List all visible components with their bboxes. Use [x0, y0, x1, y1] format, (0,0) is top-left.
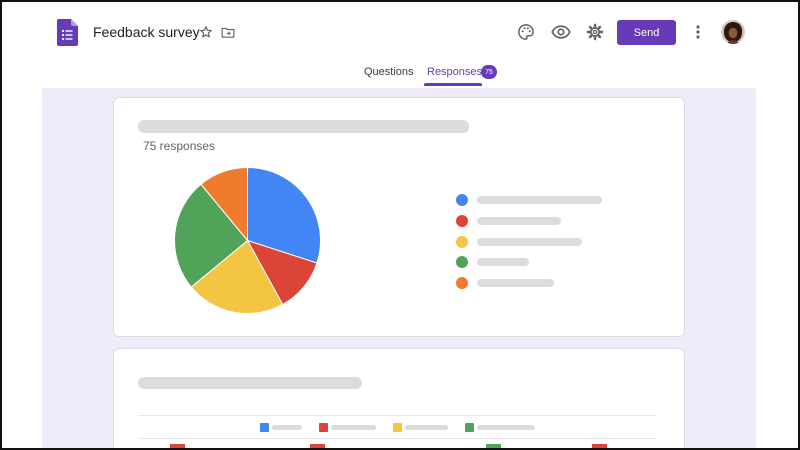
bar: [486, 444, 501, 450]
active-tab-indicator: [424, 83, 482, 86]
legend-label-placeholder: [477, 217, 561, 225]
legend-label-placeholder: [405, 425, 448, 430]
tab-questions[interactable]: Questions: [364, 66, 414, 78]
palette-icon[interactable]: [516, 22, 536, 42]
legend-dot: [456, 194, 468, 206]
pie-chart: [174, 167, 321, 314]
legend-dot: [456, 256, 468, 268]
bar: [170, 444, 185, 450]
send-button[interactable]: Send: [617, 20, 676, 45]
legend-square: [319, 423, 328, 432]
tab-responses[interactable]: Responses: [427, 66, 482, 78]
form-title[interactable]: Feedback survey: [93, 24, 200, 40]
question-summary-card: 75 responses: [113, 97, 685, 337]
legend-square: [260, 423, 269, 432]
question-title-placeholder: [138, 377, 362, 389]
legend-label-placeholder: [272, 425, 302, 430]
legend-dot: [456, 236, 468, 248]
legend-dot: [456, 277, 468, 289]
avatar[interactable]: [721, 20, 745, 44]
eye-icon[interactable]: [550, 22, 572, 42]
more-vert-icon[interactable]: [690, 22, 706, 42]
star-icon[interactable]: [198, 24, 214, 40]
folder-move-icon[interactable]: [220, 24, 236, 40]
legend-label-placeholder: [477, 425, 535, 430]
responses-count-badge: 75: [481, 65, 497, 79]
legend-label-placeholder: [331, 425, 376, 430]
legend-label-placeholder: [477, 238, 582, 246]
response-count-label: 75 responses: [143, 139, 216, 153]
forms-logo-icon[interactable]: [57, 19, 78, 46]
legend-square: [393, 423, 402, 432]
top-app-bar: Feedback survey Send Questions Responses…: [0, 0, 800, 88]
legend-dot: [456, 215, 468, 227]
bar: [310, 444, 325, 450]
bar: [592, 444, 607, 450]
chart-baseline: [138, 438, 656, 439]
legend-square: [465, 423, 474, 432]
legend-label-placeholder: [477, 196, 602, 204]
question-title-placeholder: [138, 120, 469, 133]
legend-label-placeholder: [477, 279, 554, 287]
gear-icon[interactable]: [585, 22, 605, 42]
question-summary-card: [113, 348, 685, 450]
divider: [138, 415, 656, 416]
legend-label-placeholder: [477, 258, 529, 266]
